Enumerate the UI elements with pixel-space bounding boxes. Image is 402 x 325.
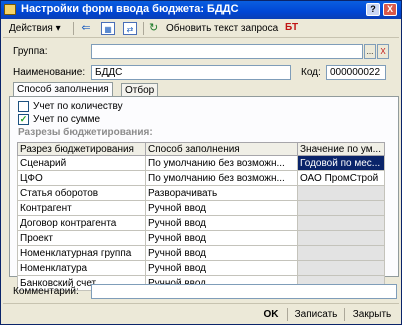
table-row[interactable]: Номенклатура Ручной ввод: [17, 260, 385, 276]
cell-fill-method[interactable]: Ручной ввод: [145, 200, 298, 216]
cell-cut[interactable]: Статья оборотов: [17, 185, 146, 201]
table-header-row: Разрез бюджетирования Способ заполнения …: [17, 142, 385, 156]
by-sum-checkbox[interactable]: ✓: [18, 114, 29, 125]
cell-fill-method[interactable]: По умолчанию без возможн...: [145, 170, 298, 186]
header-default-value[interactable]: Значение по ум...: [297, 142, 385, 156]
group-field[interactable]: [91, 44, 363, 59]
cell-fill-method[interactable]: Ручной ввод: [145, 230, 298, 246]
comment-field[interactable]: [91, 284, 397, 299]
table-row[interactable]: Статья оборотов Разворачивать: [17, 185, 385, 201]
help-button[interactable]: ?: [366, 3, 380, 16]
cell-cut[interactable]: Сценарий: [17, 155, 146, 171]
arrow-left-icon[interactable]: ⇐: [79, 22, 93, 35]
actions-menu-button[interactable]: Действия ▾: [9, 21, 61, 36]
cell-default-value[interactable]: ОАО ПромСтрой: [297, 170, 385, 186]
cell-cut[interactable]: ЦФО: [17, 170, 146, 186]
cell-cut[interactable]: Проект: [17, 230, 146, 246]
cell-cut[interactable]: Договор контрагента: [17, 215, 146, 231]
toolbar-separator: [143, 22, 144, 35]
table-row[interactable]: Номенклатурная группа Ручной ввод: [17, 245, 385, 261]
group-clear-button[interactable]: X: [377, 44, 389, 59]
cell-default-value[interactable]: [297, 215, 385, 231]
header-cut[interactable]: Разрез бюджетирования: [17, 142, 146, 156]
code-field[interactable]: 000000022: [326, 65, 386, 80]
budget-cuts-table: Разрез бюджетирования Способ заполнения …: [17, 142, 385, 291]
code-label: Код:: [301, 67, 321, 78]
refresh-query-button[interactable]: Обновить текст запроса: [166, 21, 278, 36]
tab-fill-method[interactable]: Способ заполнения: [13, 82, 113, 97]
close-button[interactable]: Закрыть: [347, 307, 397, 322]
table-row[interactable]: ЦФО По умолчанию без возможн... ОАО Пром…: [17, 170, 385, 186]
select-grid-icon[interactable]: ▦: [101, 22, 115, 35]
bt-icon[interactable]: БТ: [285, 22, 298, 33]
cell-default-value[interactable]: Годовой по мес...: [297, 155, 385, 171]
table-row[interactable]: Проект Ручной ввод: [17, 230, 385, 246]
ok-button[interactable]: OK: [259, 307, 283, 322]
cell-cut[interactable]: Контрагент: [17, 200, 146, 216]
table-row[interactable]: Сценарий По умолчанию без возможн... Год…: [17, 155, 385, 171]
header-fill-method[interactable]: Способ заполнения: [145, 142, 298, 156]
settings-window: Настройки форм ввода бюджета: БДДС ? X Д…: [0, 0, 402, 325]
refresh-icon[interactable]: ↻: [149, 22, 162, 35]
by-quantity-label: Учет по количеству: [33, 101, 123, 112]
cell-cut[interactable]: Номенклатура: [17, 260, 146, 276]
table-row[interactable]: Контрагент Ручной ввод: [17, 200, 385, 216]
by-sum-label: Учет по сумме: [33, 114, 101, 125]
toolbar-separator: [73, 22, 74, 35]
group-select-button[interactable]: ...: [364, 44, 376, 59]
title-bar[interactable]: Настройки форм ввода бюджета: БДДС ? X: [1, 1, 401, 19]
table-row[interactable]: Договор контрагента Ручной ввод: [17, 215, 385, 231]
cell-fill-method[interactable]: По умолчанию без возможн...: [145, 155, 298, 171]
group-label: Группа:: [13, 46, 48, 57]
cell-default-value[interactable]: [297, 230, 385, 246]
cell-fill-method[interactable]: Ручной ввод: [145, 215, 298, 231]
cell-fill-method[interactable]: Ручной ввод: [145, 260, 298, 276]
switch-grid-icon[interactable]: ⇄: [123, 22, 137, 35]
cell-default-value[interactable]: [297, 185, 385, 201]
name-field[interactable]: БДДС: [91, 65, 291, 80]
bottom-divider: [3, 303, 399, 304]
comment-label: Комментарий:: [13, 286, 79, 297]
section-title: Разрезы бюджетирования:: [18, 127, 153, 138]
cell-fill-method[interactable]: Ручной ввод: [145, 245, 298, 261]
button-separator: [287, 308, 288, 321]
tab-filter[interactable]: Отбор: [121, 83, 159, 97]
cell-default-value[interactable]: [297, 245, 385, 261]
by-quantity-checkbox[interactable]: [18, 101, 29, 112]
cell-cut[interactable]: Номенклатурная группа: [17, 245, 146, 261]
close-window-button[interactable]: X: [383, 3, 397, 16]
button-separator: [344, 308, 345, 321]
name-label: Наименование:: [13, 67, 86, 78]
cell-default-value[interactable]: [297, 260, 385, 276]
app-icon: [4, 4, 16, 15]
save-button[interactable]: Записать: [291, 307, 341, 322]
toolbar: Действия ▾ ⇐ ▦ ⇄ ↻ Обновить текст запрос…: [3, 20, 399, 38]
cell-default-value[interactable]: [297, 200, 385, 216]
cell-fill-method[interactable]: Разворачивать: [145, 185, 298, 201]
window-title: Настройки форм ввода бюджета: БДДС: [21, 3, 239, 15]
